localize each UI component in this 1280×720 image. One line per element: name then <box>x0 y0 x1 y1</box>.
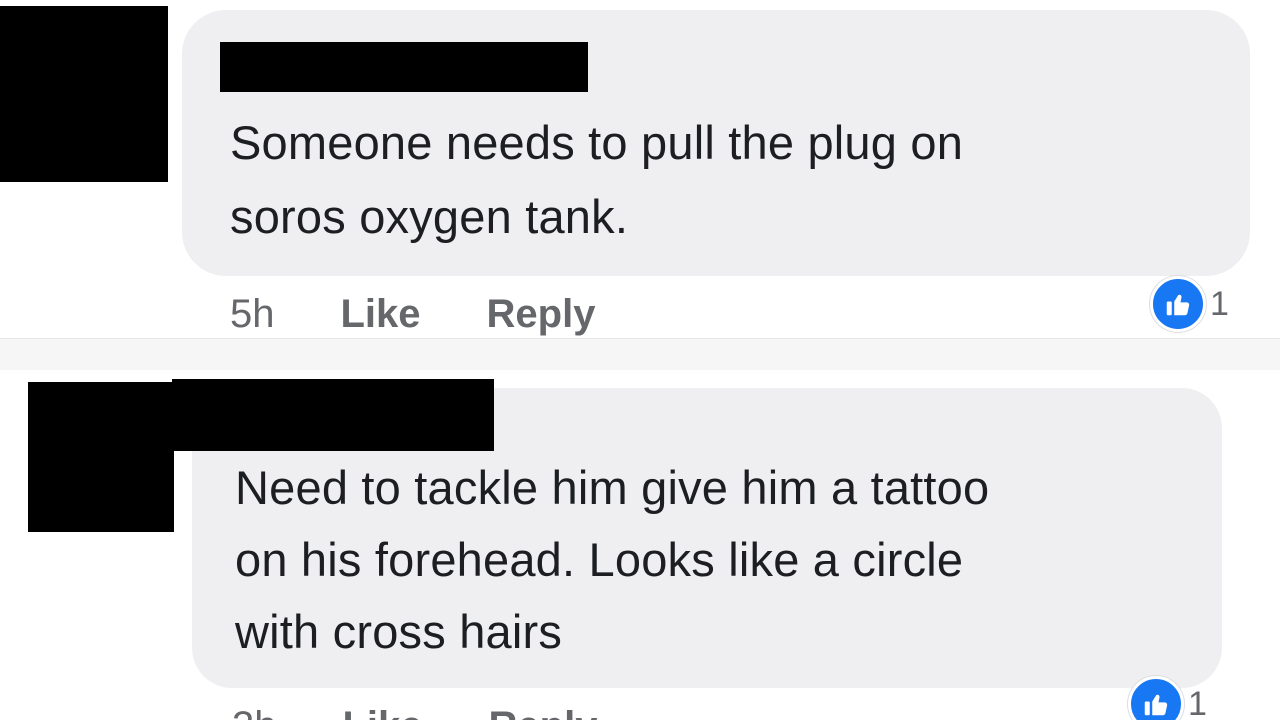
redacted-avatar <box>0 6 168 182</box>
comment-timestamp[interactable]: 5h <box>230 292 275 337</box>
comment-text-line: with cross hairs <box>235 605 563 658</box>
reaction-count: 1 <box>1210 284 1229 323</box>
comment-text-line: Someone needs to pull the plug on <box>230 116 964 169</box>
thumbs-up-icon <box>1150 276 1206 332</box>
comment-timestamp[interactable]: 3h <box>232 704 277 720</box>
redacted-author-name <box>172 379 494 451</box>
comment-actions: 3h Like Reply <box>232 704 663 720</box>
reaction-count: 1 <box>1188 684 1207 720</box>
comment-text-line: on his forehead. Looks like a circle <box>235 533 964 586</box>
comment-text-line: soros oxygen tank. <box>230 190 629 243</box>
reply-link[interactable]: Reply <box>487 292 596 337</box>
like-link[interactable]: Like <box>343 704 423 720</box>
comment-actions: 5h Like Reply <box>230 292 661 337</box>
comment-text: Need to tackle him give him a tattoo on … <box>235 452 1215 668</box>
redacted-author-name <box>220 42 588 92</box>
like-link[interactable]: Like <box>341 292 421 337</box>
reply-link[interactable]: Reply <box>489 704 598 720</box>
comment-1: Someone needs to pull the plug on soros … <box>0 0 1280 338</box>
redacted-avatar <box>28 382 174 532</box>
thumbs-up-icon <box>1128 676 1184 720</box>
comment-divider <box>0 338 1280 372</box>
reaction-summary[interactable]: 1 <box>1150 276 1229 332</box>
comment-text-line: Need to tackle him give him a tattoo <box>235 461 990 514</box>
comment-2: Need to tackle him give him a tattoo on … <box>0 370 1280 720</box>
comment-text: Someone needs to pull the plug on soros … <box>230 106 1240 254</box>
reaction-summary[interactable]: 1 <box>1128 676 1207 720</box>
screenshot: Someone needs to pull the plug on soros … <box>0 0 1280 720</box>
